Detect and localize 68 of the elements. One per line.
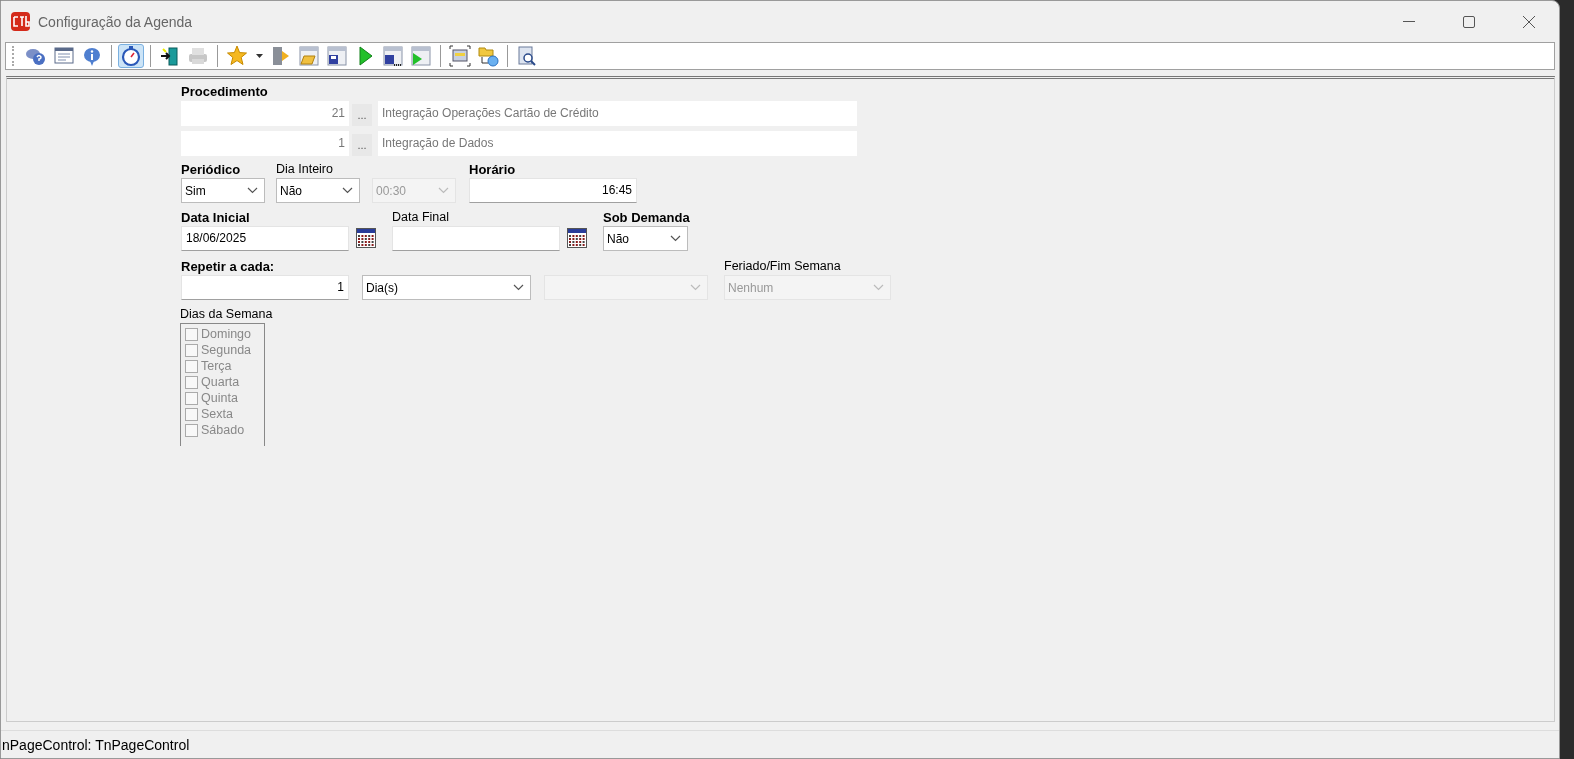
dropdown[interactable]: Sim	[181, 178, 265, 203]
stopwatch-icon	[120, 45, 142, 67]
toolbar-button[interactable]	[380, 44, 406, 68]
input-field[interactable]: Integração de Dados	[378, 131, 857, 156]
chevron-down-icon	[513, 284, 524, 291]
field-label: Sob Demanda	[603, 209, 690, 226]
input-field[interactable]: 18/06/2025	[181, 226, 349, 251]
input-field[interactable]	[392, 226, 560, 251]
dropdown-value: Dia(s)	[366, 280, 398, 295]
chevron-down-icon	[670, 235, 681, 242]
dropdown-value: Nenhum	[728, 280, 774, 295]
toolbar-button[interactable]	[118, 44, 144, 68]
field-label: Procedimento	[181, 83, 269, 100]
field-label: Horário	[469, 161, 517, 178]
dropdown-value: Não	[607, 231, 629, 246]
field-label: Feriado/Fim Semana	[724, 258, 842, 275]
info-icon	[81, 45, 103, 67]
dropdown-value: 00:30	[376, 183, 407, 198]
disk-dots-window-icon	[382, 45, 404, 67]
magnifier-page-icon	[516, 45, 538, 67]
checkbox-label: Sexta	[201, 407, 233, 421]
selection-icon	[449, 45, 471, 67]
disk-window-icon	[326, 45, 348, 67]
chevron-down-icon	[873, 284, 884, 291]
caret-icon	[255, 54, 263, 58]
dropdown[interactable]: Não	[276, 178, 360, 203]
field-label: Repetir a cada:	[181, 258, 276, 275]
input-field[interactable]: Integração Operações Cartão de Crédito	[378, 101, 857, 126]
chevron-down-icon	[438, 187, 449, 194]
calendar-icon	[356, 228, 376, 248]
input-field[interactable]: 16:45	[469, 178, 637, 203]
status-bar: nPageControl: TnPageControl	[1, 730, 1559, 758]
input-field[interactable]: 1	[181, 131, 349, 156]
dropdown-value: Sim	[185, 183, 206, 198]
play-window-icon	[410, 45, 432, 67]
dropdown[interactable]: Dia(s)	[362, 275, 531, 300]
printer-icon	[187, 45, 209, 67]
lookup-button[interactable]: ...	[352, 134, 372, 156]
input-field[interactable]: 21	[181, 101, 349, 126]
star-icon	[226, 45, 248, 67]
folder-link-icon	[477, 45, 499, 67]
checkbox-label: Quarta	[201, 375, 240, 389]
field-label: Data Inicial	[181, 209, 251, 226]
app-logo-icon	[11, 12, 30, 31]
toolbar-button[interactable]	[324, 44, 350, 68]
checkbox-label: Quinta	[201, 391, 238, 405]
input-field[interactable]: 1	[181, 275, 349, 300]
checkbox-label: Sábado	[201, 423, 245, 437]
calendar-icon	[567, 228, 587, 248]
dropdown[interactable]: Não	[603, 226, 688, 251]
close-icon	[1523, 15, 1535, 28]
chevron-down-icon	[342, 187, 353, 194]
chevron-down-icon	[247, 187, 258, 194]
field-label: Dias da Semana	[180, 306, 274, 323]
field-label: Dia Inteiro	[276, 161, 334, 178]
field-label: Periódico	[181, 161, 242, 178]
maximize-icon	[1463, 15, 1475, 28]
checkbox-label: Terça	[201, 359, 232, 373]
window-title: Configuração da Agenda	[38, 13, 193, 30]
lookup-button[interactable]: ...	[352, 104, 372, 126]
chevron-down-icon	[690, 284, 701, 291]
field-label: Data Final	[392, 209, 450, 226]
form-icon	[53, 45, 75, 67]
exit-door-icon	[159, 45, 181, 67]
checkbox-label: Domingo	[201, 327, 252, 341]
dropdown-value: Não	[280, 183, 302, 198]
checkbox-label: Segunda	[201, 343, 252, 357]
folder-window-icon	[298, 45, 320, 67]
